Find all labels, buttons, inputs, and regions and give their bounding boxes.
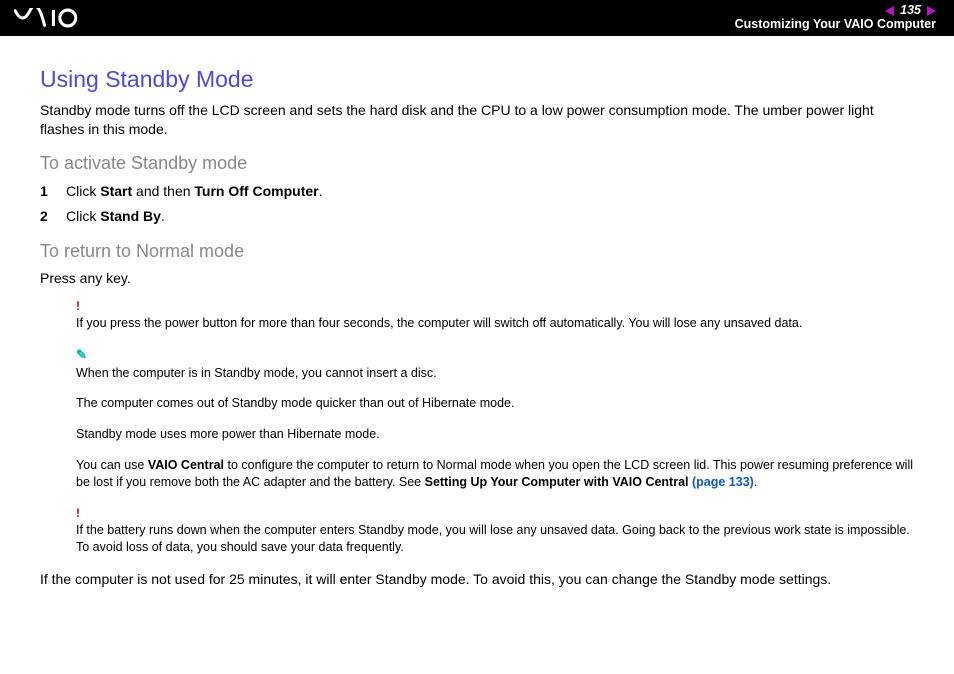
page-title: Using Standby Mode <box>40 66 914 93</box>
header-section: Customizing Your VAIO Computer <box>735 18 936 32</box>
tip-note: The computer comes out of Standby mode q… <box>76 395 914 412</box>
footer-paragraph: If the computer is not used for 25 minut… <box>40 570 914 589</box>
header-right: 135 Customizing Your VAIO Computer <box>735 4 936 32</box>
step-row: 2 Click Stand By. <box>40 207 914 227</box>
return-text: Press any key. <box>40 270 914 286</box>
prev-page-icon[interactable] <box>885 6 894 16</box>
step-text: Click Stand By. <box>66 207 165 227</box>
page-link[interactable]: (page 133) <box>689 475 754 489</box>
step-number: 1 <box>40 182 52 202</box>
tip-icon: ✎ <box>76 346 914 364</box>
note-text: The computer comes out of Standby mode q… <box>76 396 514 410</box>
warning-icon: ! <box>76 505 914 521</box>
page-nav: 135 <box>735 4 936 18</box>
return-heading: To return to Normal mode <box>40 241 914 262</box>
note-text: Standby mode uses more power than Hibern… <box>76 427 380 441</box>
warning-note: ! If you press the power button for more… <box>76 298 914 332</box>
warning-icon: ! <box>76 298 914 314</box>
page-content: Using Standby Mode Standby mode turns of… <box>0 36 954 609</box>
vaio-logo <box>14 0 124 36</box>
step-number: 2 <box>40 207 52 227</box>
step-row: 1 Click Start and then Turn Off Computer… <box>40 182 914 202</box>
next-page-icon[interactable] <box>927 6 936 16</box>
intro-paragraph: Standby mode turns off the LCD screen an… <box>40 101 914 139</box>
activate-heading: To activate Standby mode <box>40 153 914 174</box>
note-text: You can use VAIO Central to configure th… <box>76 458 913 489</box>
tip-note: You can use VAIO Central to configure th… <box>76 457 914 491</box>
header-bar: 135 Customizing Your VAIO Computer <box>0 0 954 36</box>
activate-steps: 1 Click Start and then Turn Off Computer… <box>40 182 914 227</box>
note-text: When the computer is in Standby mode, yo… <box>76 366 437 380</box>
note-text: If you press the power button for more t… <box>76 316 802 330</box>
warning-note: ! If the battery runs down when the comp… <box>76 505 914 556</box>
page-number: 135 <box>900 4 921 18</box>
tip-note: Standby mode uses more power than Hibern… <box>76 426 914 443</box>
step-text: Click Start and then Turn Off Computer. <box>66 182 322 202</box>
notes-region: ! If you press the power button for more… <box>40 298 914 556</box>
tip-note: ✎ When the computer is in Standby mode, … <box>76 346 914 381</box>
note-text: If the battery runs down when the comput… <box>76 523 910 554</box>
